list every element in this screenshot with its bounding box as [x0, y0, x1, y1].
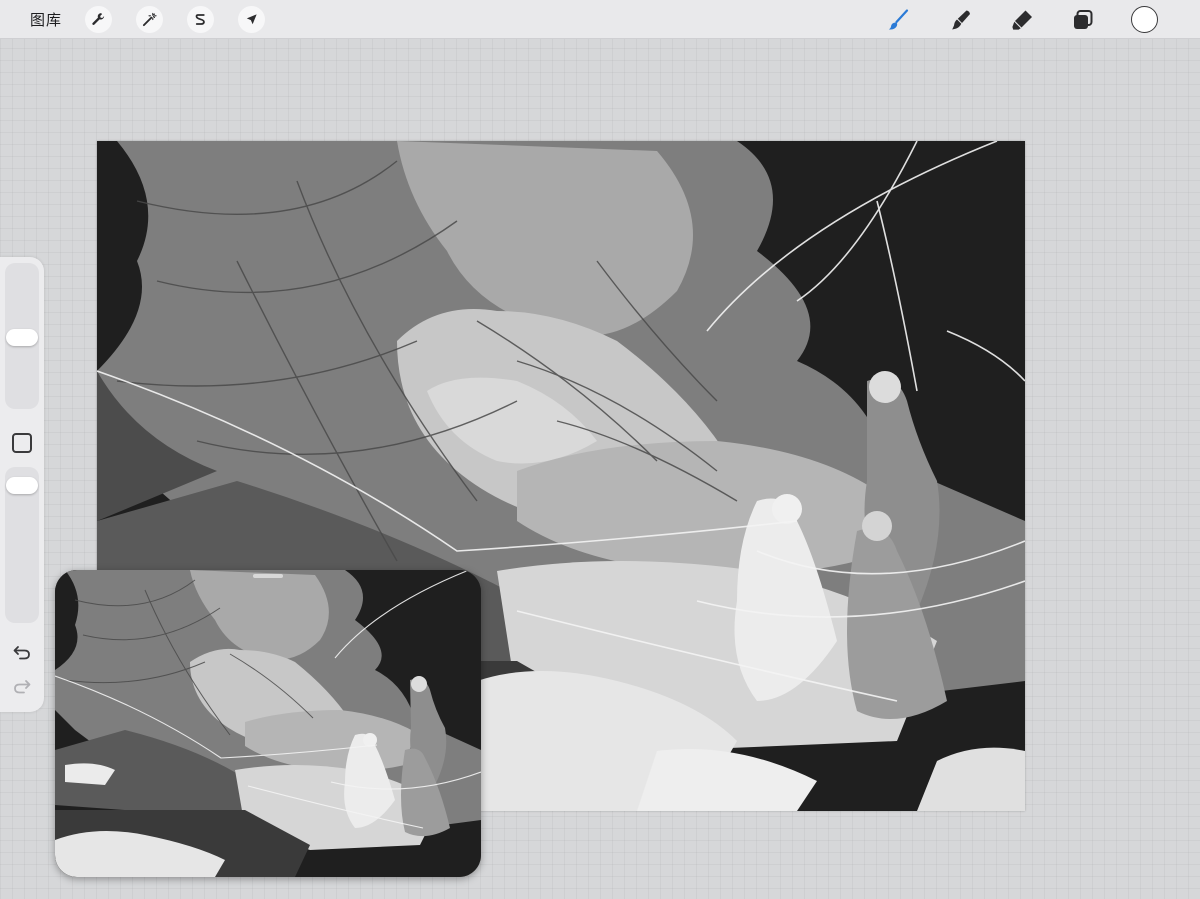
- opacity-slider[interactable]: [5, 467, 39, 623]
- actions-button[interactable]: [85, 6, 112, 33]
- adjustments-button[interactable]: [136, 6, 163, 33]
- redo-icon: [14, 680, 31, 694]
- brush-size-slider[interactable]: [5, 263, 39, 409]
- top-toolbar: 图库: [0, 0, 1200, 39]
- eraser-tool-button[interactable]: [1008, 6, 1036, 34]
- undo-button[interactable]: [10, 643, 34, 663]
- selection-button[interactable]: [187, 6, 214, 33]
- reference-window[interactable]: [55, 570, 481, 877]
- left-sidebar: [0, 257, 44, 712]
- magic-wand-icon: [142, 12, 157, 27]
- selection-s-icon: [195, 14, 205, 25]
- reference-drag-handle[interactable]: [253, 574, 283, 578]
- layers-icon: [1074, 10, 1093, 29]
- reference-image: [55, 570, 481, 877]
- brush-size-thumb[interactable]: [6, 329, 38, 346]
- eraser-icon: [1012, 10, 1032, 30]
- transform-button[interactable]: [238, 6, 265, 33]
- smudge-tool-button[interactable]: [947, 6, 975, 34]
- color-picker-button[interactable]: [1131, 6, 1158, 33]
- undo-icon: [13, 646, 30, 660]
- brush-tool-button[interactable]: [884, 6, 912, 34]
- gallery-button[interactable]: 图库: [30, 9, 62, 30]
- smudge-icon: [952, 10, 970, 30]
- layers-button[interactable]: [1069, 6, 1097, 34]
- wrench-icon: [92, 13, 105, 25]
- arrow-cursor-icon: [246, 14, 257, 25]
- opacity-thumb[interactable]: [6, 477, 38, 494]
- brush-icon: [888, 9, 909, 30]
- redo-button[interactable]: [10, 677, 34, 697]
- modify-button[interactable]: [12, 433, 32, 453]
